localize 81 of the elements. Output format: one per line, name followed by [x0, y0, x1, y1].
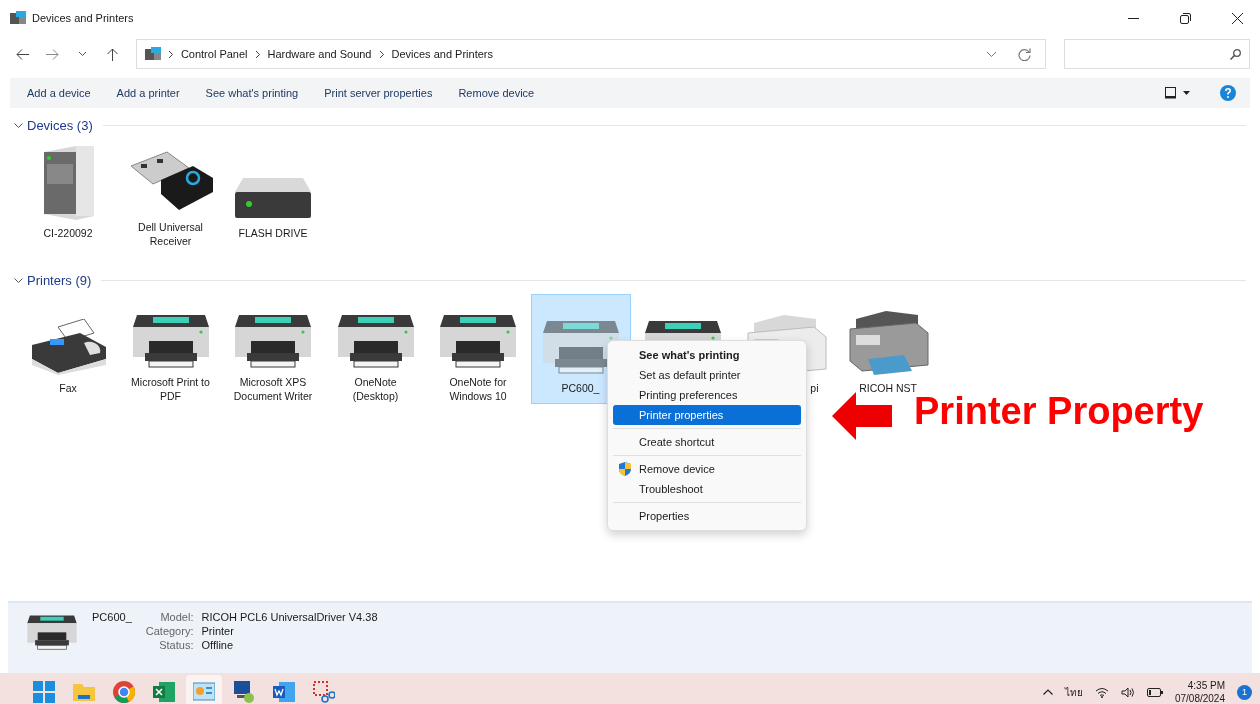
- keyboard-language[interactable]: ไทย: [1064, 684, 1083, 700]
- devices-printers-icon: [10, 11, 26, 25]
- detail-value: Offline: [201, 639, 235, 651]
- back-arrow-icon: [16, 48, 30, 60]
- arrow-annotation: [832, 392, 892, 440]
- group-header[interactable]: Devices (3): [27, 117, 93, 133]
- menu-item[interactable]: Troubleshoot: [613, 479, 801, 499]
- command-button[interactable]: Remove device: [451, 83, 542, 103]
- device-label: Microsoft XPS Document Writer: [232, 375, 314, 403]
- device-label: FLASH DRIVE: [237, 226, 309, 240]
- chevron-right-icon: [255, 50, 260, 58]
- chevron-right-icon: [379, 50, 384, 58]
- command-button[interactable]: Print server properties: [317, 83, 440, 103]
- menu-item[interactable]: Remove device: [613, 459, 801, 479]
- detail-label: Model:: [159, 611, 194, 623]
- printer-icon: [130, 315, 211, 369]
- device-label: pi: [809, 381, 820, 395]
- spreadsheet-icon: [153, 682, 175, 702]
- drive-icon: [233, 176, 313, 220]
- chevron-right-icon: [168, 50, 173, 58]
- device-label: Dell Universal Receiver: [137, 220, 204, 248]
- detail-label: Status:: [158, 639, 194, 651]
- search-field[interactable]: [1064, 39, 1250, 69]
- chevron-up-icon[interactable]: [1042, 689, 1053, 695]
- help-icon[interactable]: [1220, 85, 1236, 101]
- printer-icon: [26, 615, 78, 651]
- browser-icon: [113, 681, 135, 703]
- printer-icon: [233, 315, 313, 369]
- restore-icon: [1179, 12, 1191, 24]
- detail-value: Printer: [201, 625, 235, 637]
- network-computer-icon: [234, 681, 254, 703]
- search-icon: [1230, 48, 1241, 60]
- menu-item[interactable]: Printer properties: [613, 405, 801, 425]
- up-arrow-icon: [107, 47, 119, 61]
- address-bar[interactable]: Control Panel Hardware and Sound Devices and Printers: [135, 39, 1047, 69]
- document-app-icon: [273, 682, 295, 702]
- command-button[interactable]: Add a printer: [109, 83, 187, 103]
- command-button[interactable]: See what's printing: [198, 83, 306, 103]
- folder-icon: [73, 684, 95, 701]
- device-label: CI-220092: [42, 226, 94, 240]
- forward-arrow-icon: [46, 48, 60, 60]
- clock[interactable]: 4:35 PM 07/08/2024: [1174, 679, 1225, 704]
- devices-printers-icon: [144, 47, 161, 61]
- menu-item[interactable]: Properties: [613, 506, 801, 526]
- breadcrumb-item[interactable]: Devices and Printers: [391, 48, 493, 60]
- breadcrumb-item[interactable]: Control Panel: [180, 48, 248, 60]
- view-layout-icon: [1165, 87, 1191, 99]
- device-label: PC600_: [560, 381, 601, 395]
- chevron-down-icon[interactable]: [14, 275, 23, 285]
- wifi-icon[interactable]: [1094, 686, 1109, 698]
- printer-icon: [335, 315, 416, 369]
- multifunction-printer-icon: [846, 309, 930, 375]
- dropdown-icon[interactable]: [987, 51, 997, 57]
- printer-icon: [540, 321, 621, 375]
- device-label: Fax: [58, 381, 78, 395]
- device-label: OneNote (Desktop): [351, 375, 400, 403]
- detail-label: Category:: [145, 625, 194, 637]
- clock-time: 4:35 PM: [1187, 679, 1225, 692]
- group-header[interactable]: Printers (9): [27, 272, 92, 288]
- speaker-icon[interactable]: [1120, 686, 1135, 698]
- menu-item[interactable]: Create shortcut: [613, 432, 801, 452]
- breadcrumb-item[interactable]: Hardware and Sound: [267, 48, 372, 60]
- snipping-tool-icon: [313, 681, 335, 703]
- minimize-icon: [1127, 17, 1139, 19]
- close-icon: [1231, 12, 1243, 24]
- notification-badge[interactable]: 1: [1237, 684, 1252, 700]
- command-button[interactable]: Add a device: [20, 83, 98, 103]
- chevron-down-icon: [79, 52, 87, 56]
- device-label: OneNote for Windows 10: [448, 375, 508, 403]
- window-title: Devices and Printers: [32, 12, 135, 24]
- active-taskbar-button[interactable]: [186, 675, 222, 704]
- refresh-icon[interactable]: [1018, 47, 1032, 61]
- detail-value: RICOH PCL6 UniversalDriver V4.38: [201, 611, 378, 623]
- clock-date: 07/08/2024: [1174, 692, 1225, 704]
- battery-icon[interactable]: [1146, 687, 1163, 697]
- windows-logo-icon: [33, 681, 55, 703]
- device-name: PC600_: [92, 611, 132, 625]
- chevron-down-icon[interactable]: [14, 120, 23, 130]
- device-label: Microsoft Print to PDF: [130, 375, 211, 403]
- control-panel-icon: [193, 682, 215, 701]
- printer-icon: [438, 315, 518, 369]
